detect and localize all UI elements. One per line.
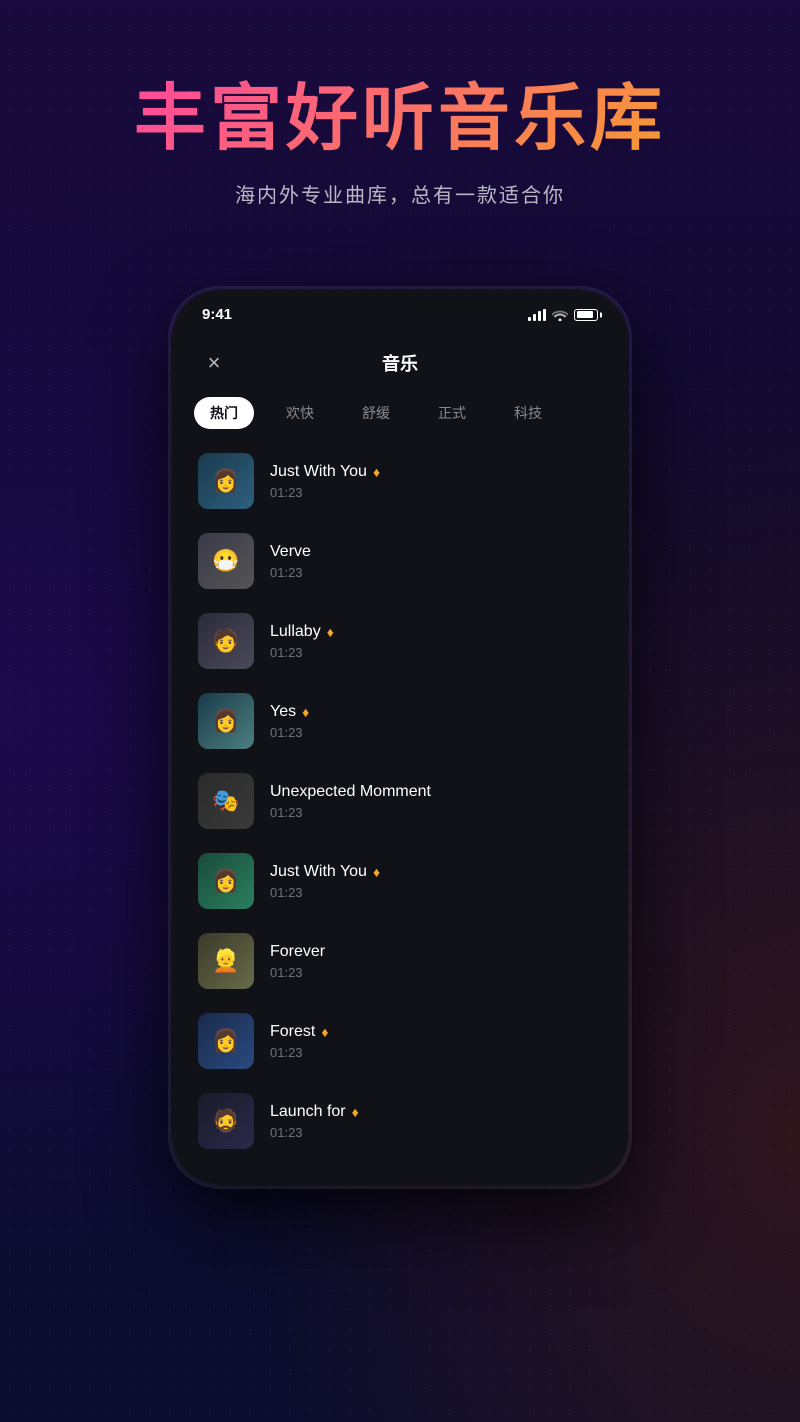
status-icons [528,309,598,321]
status-bar: 9:41 [174,292,626,331]
main-title: 丰富好听音乐库 [40,80,760,159]
filter-tabs: 热门 欢快 舒缓 正式 科技 [174,391,626,443]
music-info-2: Verve 01:23 [270,543,602,580]
music-item-9[interactable]: 🧔 Launch for ♦ 01:23 [190,1083,610,1159]
music-name-8: Forest [270,1023,315,1041]
vip-badge-8: ♦ [321,1024,328,1040]
vip-badge-1: ♦ [373,464,380,480]
music-item-8[interactable]: 👩 Forest ♦ 01:23 [190,1003,610,1079]
vip-badge-6: ♦ [373,864,380,880]
music-thumb-5: 🎭 [198,773,254,829]
music-info-4: Yes ♦ 01:23 [270,703,602,740]
close-button[interactable]: × [198,347,230,379]
music-info-6: Just With You ♦ 01:23 [270,863,602,900]
music-name-3: Lullaby [270,623,321,641]
app-content: × 音乐 热门 欢快 舒缓 正式 科技 [174,331,626,1183]
music-info-7: Forever 01:23 [270,943,602,980]
music-duration-6: 01:23 [270,885,602,900]
phone-inner: 9:41 [174,292,626,1183]
header-section: 丰富好听音乐库 海内外专业曲库，总有一款适合你 [0,0,800,248]
music-item-1[interactable]: 👩 Just With You ♦ 01:23 [190,443,610,519]
music-thumb-6: 👩 [198,853,254,909]
music-thumb-4: 👩 [198,693,254,749]
music-name-9: Launch for [270,1103,346,1121]
tab-hot[interactable]: 热门 [194,397,254,429]
music-name-6: Just With You [270,863,367,881]
phone-frame: 9:41 [170,288,630,1187]
music-duration-7: 01:23 [270,965,602,980]
status-time: 9:41 [202,306,232,323]
music-item-2[interactable]: 😷 Verve 01:23 [190,523,610,599]
music-info-3: Lullaby ♦ 01:23 [270,623,602,660]
music-duration-8: 01:23 [270,1045,602,1060]
music-duration-4: 01:23 [270,725,602,740]
music-name-7: Forever [270,943,325,961]
vip-badge-4: ♦ [302,704,309,720]
music-name-1: Just With You [270,463,367,481]
music-thumb-2: 😷 [198,533,254,589]
subtitle: 海内外专业曲库，总有一款适合你 [40,179,760,208]
page-content: 丰富好听音乐库 海内外专业曲库，总有一款适合你 9:41 [0,0,800,1187]
music-thumb-8: 👩 [198,1013,254,1069]
music-info-8: Forest ♦ 01:23 [270,1023,602,1060]
phone-mockup: 9:41 [170,288,630,1187]
vip-badge-3: ♦ [327,624,334,640]
music-thumb-9: 🧔 [198,1093,254,1149]
wifi-icon [552,309,568,321]
music-duration-2: 01:23 [270,565,602,580]
music-item-4[interactable]: 👩 Yes ♦ 01:23 [190,683,610,759]
tab-tech[interactable]: 科技 [498,397,558,429]
music-item-6[interactable]: 👩 Just With You ♦ 01:23 [190,843,610,919]
vip-badge-9: ♦ [352,1104,359,1120]
music-list: 👩 Just With You ♦ 01:23 [174,443,626,1159]
battery-icon [574,309,598,321]
tab-formal[interactable]: 正式 [422,397,482,429]
nav-bar: × 音乐 [174,331,626,391]
music-info-1: Just With You ♦ 01:23 [270,463,602,500]
music-item-5[interactable]: 🎭 Unexpected Momment 01:23 [190,763,610,839]
tab-calm[interactable]: 舒缓 [346,397,406,429]
music-duration-5: 01:23 [270,805,602,820]
music-duration-9: 01:23 [270,1125,602,1140]
music-name-2: Verve [270,543,311,561]
music-info-5: Unexpected Momment 01:23 [270,783,602,820]
signal-icon [528,309,546,321]
music-thumb-1: 👩 [198,453,254,509]
music-item-3[interactable]: 🧑 Lullaby ♦ 01:23 [190,603,610,679]
music-duration-1: 01:23 [270,485,602,500]
music-name-4: Yes [270,703,296,721]
music-name-5: Unexpected Momment [270,783,431,801]
music-duration-3: 01:23 [270,645,602,660]
tab-happy[interactable]: 欢快 [270,397,330,429]
music-info-9: Launch for ♦ 01:23 [270,1103,602,1140]
music-thumb-3: 🧑 [198,613,254,669]
music-thumb-7: 👱 [198,933,254,989]
nav-title: 音乐 [382,350,418,376]
music-item-7[interactable]: 👱 Forever 01:23 [190,923,610,999]
